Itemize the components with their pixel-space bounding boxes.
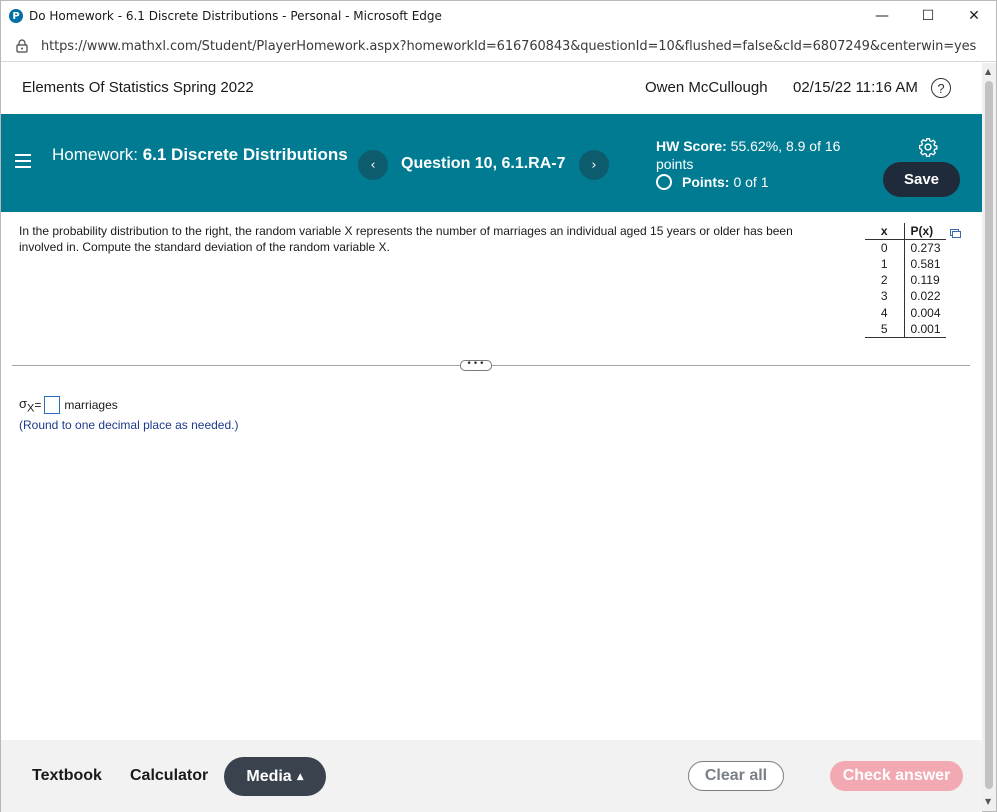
table-row: 2 0.119 (865, 271, 946, 289)
table-row: 5 0.001 (865, 321, 946, 339)
table-header-px: P(x) (904, 223, 946, 240)
save-button[interactable]: Save (883, 162, 960, 197)
sigma-symbol: σX (19, 396, 34, 415)
app-logo-icon: P (9, 9, 23, 23)
table-cell-px: 0.004 (910, 305, 941, 320)
question-text: In the probability distribution to the r… (19, 224, 793, 254)
textbook-link[interactable]: Textbook (32, 767, 102, 785)
table-cell-x: 3 (865, 288, 905, 305)
homework-bar: Homework: 6.1 Discrete Distributions ‹ Q… (1, 114, 982, 212)
points-status-circle-icon (656, 174, 672, 190)
footer-bar: Textbook Calculator Media ▲ Clear all Ch… (1, 740, 982, 812)
answer-input[interactable] (44, 396, 61, 415)
table-cell-px: 0.119 (910, 273, 940, 288)
answer-unit: marriages (64, 398, 118, 413)
previous-question-button[interactable]: ‹ (358, 150, 388, 180)
user-name: Owen McCullough (645, 79, 768, 96)
table-cell-px: 0.273 (910, 240, 941, 255)
next-question-button[interactable]: › (579, 150, 609, 180)
probability-table: x P(x) 0 0.273 1 0.581 2 0.119 3 0.022 4 (865, 223, 946, 339)
sigma-letter: σ (19, 396, 28, 411)
url-text[interactable]: https://www.mathxl.com/Student/PlayerHom… (41, 39, 976, 54)
clear-all-button[interactable]: Clear all (688, 761, 784, 791)
media-label: Media (246, 767, 292, 785)
table-cell-px: 0.581 (910, 256, 941, 271)
menu-icon[interactable] (15, 154, 31, 168)
close-button[interactable]: ✕ (951, 1, 997, 31)
table-cell-x: 5 (865, 321, 905, 339)
table-cell-px: 0.001 (904, 321, 946, 339)
calculator-link[interactable]: Calculator (130, 767, 208, 785)
caret-up-icon: ▲ (296, 771, 304, 782)
points-label: Points: (682, 174, 730, 190)
table-header-x: x (865, 223, 905, 240)
table-row: 3 0.022 (865, 288, 946, 305)
lock-icon[interactable] (15, 39, 29, 53)
answer-equals: = (34, 398, 42, 413)
copy-icon[interactable] (950, 225, 961, 238)
title-bar: P Do Homework - 6.1 Discrete Distributio… (1, 1, 996, 31)
help-icon[interactable]: ? (931, 78, 951, 98)
homework-prefix: Homework: (52, 145, 143, 164)
table-row: 4 0.004 (865, 304, 946, 322)
question-label[interactable]: Question 10, 6.1.RA-7 (401, 155, 566, 173)
date-time: 02/15/22 11:16 AM (793, 79, 918, 96)
sigma-subscript: X (27, 402, 35, 415)
course-title[interactable]: Elements Of Statistics Spring 2022 (22, 79, 254, 96)
table-cell-x: 2 (865, 271, 905, 289)
window-title: Do Homework - 6.1 Discrete Distributions… (29, 9, 442, 23)
table-row: 0 0.273 (865, 239, 946, 256)
hw-score: HW Score: 55.62%, 8.9 of 16 points (656, 137, 856, 173)
homework-name: 6.1 Discrete Distributions (142, 145, 348, 164)
check-answer-button[interactable]: Check answer (830, 761, 963, 791)
table-row: 1 0.581 (865, 255, 946, 272)
answer-row: σX = marriages (19, 396, 118, 415)
address-bar[interactable]: https://www.mathxl.com/Student/PlayerHom… (1, 31, 996, 62)
scroll-up-icon[interactable]: ▲ (985, 67, 991, 76)
chevron-right-icon: › (591, 157, 597, 173)
table-cell-x: 0 (865, 239, 905, 256)
course-header: Elements Of Statistics Spring 2022 Owen … (1, 63, 982, 114)
hint-text: (Round to one decimal place as needed.) (19, 418, 239, 432)
more-options-handle[interactable]: ••• (460, 360, 492, 371)
scroll-thumb[interactable] (985, 81, 993, 789)
points-status: Points: 0 of 1 (656, 174, 768, 190)
chevron-left-icon: ‹ (370, 157, 376, 173)
hw-score-label: HW Score: (656, 138, 727, 154)
table-cell-px: 0.022 (910, 289, 941, 304)
maximize-button[interactable]: ☐ (905, 1, 951, 31)
media-button[interactable]: Media ▲ (224, 757, 326, 796)
scroll-down-icon[interactable]: ▼ (985, 797, 991, 806)
points-value: 0 of 1 (733, 174, 769, 190)
vertical-scrollbar[interactable]: ▲ ▼ (982, 63, 996, 811)
homework-title: Homework: 6.1 Discrete Distributions (52, 146, 348, 164)
browser-window: P Do Homework - 6.1 Discrete Distributio… (0, 0, 997, 812)
table-cell-x: 1 (865, 255, 905, 272)
gear-icon[interactable] (918, 137, 938, 157)
table-cell-x: 4 (865, 304, 905, 322)
minimize-button[interactable]: — (859, 1, 905, 31)
